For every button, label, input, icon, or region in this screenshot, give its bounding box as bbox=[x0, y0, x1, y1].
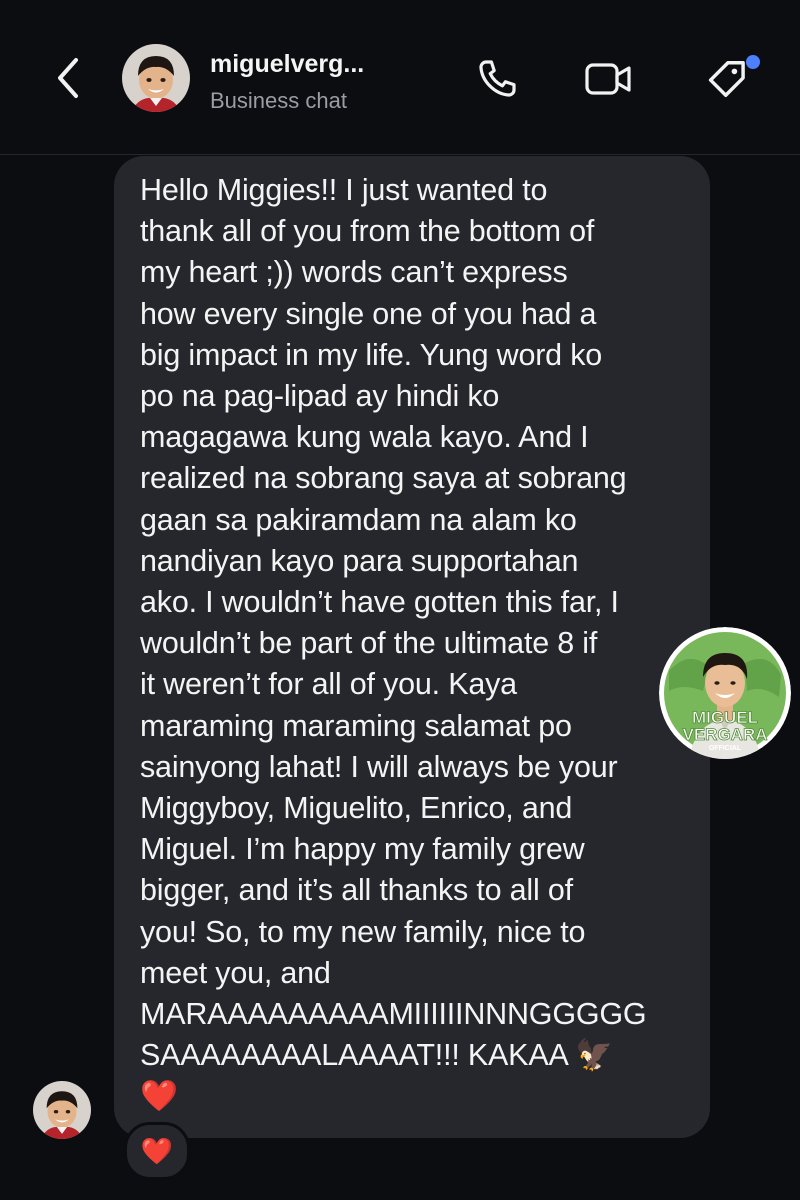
phone-icon bbox=[479, 60, 516, 97]
video-call-button[interactable] bbox=[582, 52, 636, 106]
chat-title[interactable]: miguelverg... bbox=[210, 50, 364, 79]
miguel-vergara-official-sticker: MIGUEL VERGARA OFFICIAL bbox=[659, 627, 791, 759]
sticker-line-3: OFFICIAL bbox=[709, 745, 742, 752]
heart-reaction-badge[interactable]: ❤️ bbox=[124, 1122, 190, 1180]
back-chevron-icon bbox=[58, 58, 78, 98]
notification-dot bbox=[746, 55, 760, 69]
message-text: Hello Miggies!! I just wanted to thank a… bbox=[140, 173, 647, 1114]
audio-call-button[interactable] bbox=[470, 52, 524, 106]
contact-avatar[interactable] bbox=[122, 44, 190, 112]
video-camera-icon bbox=[585, 63, 631, 95]
chat-header: miguelverg... Business chat bbox=[0, 0, 800, 155]
chat-subtitle: Business chat bbox=[210, 88, 347, 113]
back-button[interactable] bbox=[44, 50, 92, 106]
sticker-line-2: VERGARA bbox=[682, 725, 767, 744]
heart-icon: ❤️ bbox=[140, 1136, 174, 1166]
sender-avatar[interactable] bbox=[33, 1081, 91, 1139]
